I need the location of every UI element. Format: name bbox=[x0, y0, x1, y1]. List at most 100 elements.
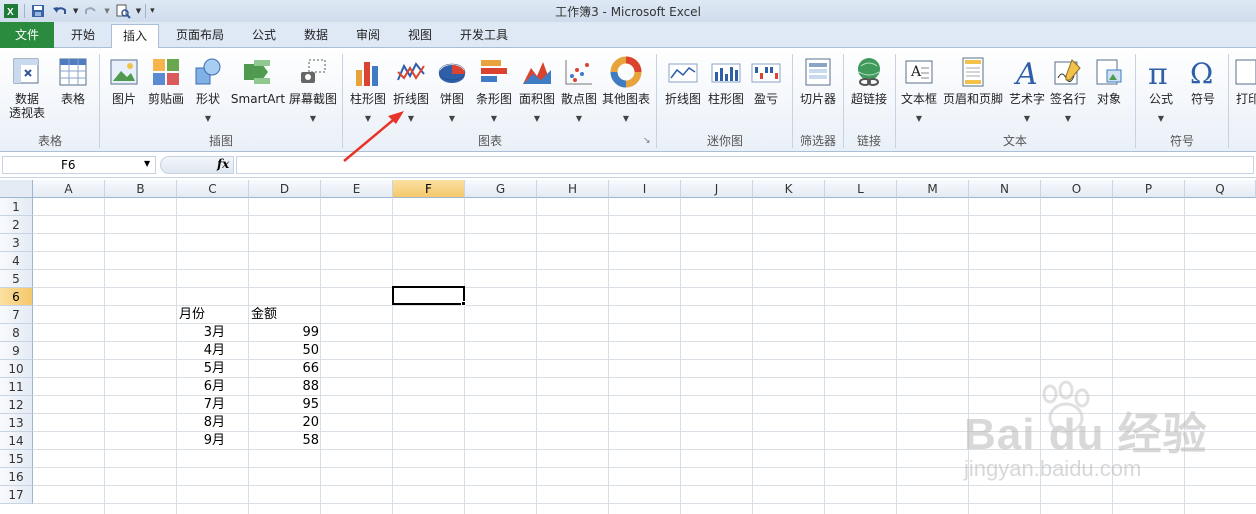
tab-formulas[interactable]: 公式 bbox=[240, 24, 288, 48]
formula-input[interactable] bbox=[236, 156, 1254, 174]
other-chart-button[interactable]: 其他图表 ▼ bbox=[600, 52, 652, 130]
row-header-9[interactable]: 9 bbox=[0, 342, 33, 360]
cell-C9[interactable]: 4月 bbox=[177, 342, 227, 360]
signature-line-button[interactable]: 签名行 ▼ bbox=[1048, 52, 1088, 130]
smartart-button[interactable]: SmartArt bbox=[228, 52, 288, 130]
column-header-C[interactable]: C bbox=[177, 180, 249, 198]
line-chart-button[interactable]: 折线图 ▼ bbox=[390, 52, 432, 130]
print-button[interactable]: 打印 bbox=[1232, 52, 1256, 130]
tab-home[interactable]: 开始 bbox=[58, 24, 108, 48]
clipart-button[interactable]: 剪贴画 bbox=[144, 52, 188, 130]
sparkline-line-button[interactable]: 折线图 bbox=[660, 52, 706, 130]
column-header-N[interactable]: N bbox=[969, 180, 1041, 198]
pivot-table-button[interactable]: 数据 透视表 bbox=[2, 52, 52, 130]
cell-D10[interactable]: 66 bbox=[249, 360, 321, 378]
column-header-F[interactable]: F bbox=[393, 180, 465, 198]
cell-C12[interactable]: 7月 bbox=[177, 396, 227, 414]
header-footer-button[interactable]: 页眉和页脚 bbox=[940, 52, 1006, 130]
row-header-16[interactable]: 16 bbox=[0, 468, 33, 486]
name-box-dropdown-icon[interactable]: ▼ bbox=[144, 159, 150, 168]
cell-D12[interactable]: 95 bbox=[249, 396, 321, 414]
sparkline-column-button[interactable]: 柱形图 bbox=[706, 52, 746, 130]
column-header-H[interactable]: H bbox=[537, 180, 609, 198]
row-header-1[interactable]: 1 bbox=[0, 198, 33, 216]
fill-handle[interactable] bbox=[461, 301, 466, 306]
row-header-11[interactable]: 11 bbox=[0, 378, 33, 396]
active-cell-F6[interactable] bbox=[392, 286, 465, 305]
cell-C10[interactable]: 5月 bbox=[177, 360, 227, 378]
row-header-5[interactable]: 5 bbox=[0, 270, 33, 288]
signature-line-label: 签名行 bbox=[1049, 92, 1086, 106]
pie-chart-button[interactable]: 饼图 ▼ bbox=[432, 52, 472, 130]
cell-C13[interactable]: 8月 bbox=[177, 414, 227, 432]
row-header-10[interactable]: 10 bbox=[0, 360, 33, 378]
cell-D14[interactable]: 58 bbox=[249, 432, 321, 450]
object-button[interactable]: 对象 bbox=[1088, 52, 1130, 130]
equation-button[interactable]: π 公式 ▼ bbox=[1140, 52, 1182, 130]
column-header-O[interactable]: O bbox=[1041, 180, 1113, 198]
object-icon bbox=[1096, 59, 1122, 85]
cell-D7[interactable]: 金额 bbox=[249, 306, 321, 324]
row-header-8[interactable]: 8 bbox=[0, 324, 33, 342]
column-header-Q[interactable]: Q bbox=[1185, 180, 1256, 198]
column-chart-dropdown-icon: ▼ bbox=[364, 114, 372, 123]
watermark-main-text: Bai du 经验 bbox=[964, 410, 1208, 459]
scatter-chart-button[interactable]: 散点图 ▼ bbox=[558, 52, 600, 130]
sparkline-column-icon bbox=[711, 63, 741, 83]
select-all-corner[interactable] bbox=[0, 180, 33, 198]
table-button[interactable]: 表格 bbox=[52, 52, 94, 130]
column-header-K[interactable]: K bbox=[753, 180, 825, 198]
row-header-13[interactable]: 13 bbox=[0, 414, 33, 432]
sparkline-winloss-button[interactable]: 盈亏 bbox=[746, 52, 786, 130]
insert-function-icon[interactable]: fx bbox=[217, 157, 229, 171]
tab-data[interactable]: 数据 bbox=[292, 24, 340, 48]
column-chart-button[interactable]: 柱形图 ▼ bbox=[346, 52, 390, 130]
name-box[interactable]: F6 bbox=[2, 156, 156, 174]
cell-C7[interactable]: 月份 bbox=[177, 306, 249, 324]
textbox-button[interactable]: A 文本框 ▼ bbox=[898, 52, 940, 130]
group-text-label: 文本 bbox=[1002, 134, 1027, 148]
charts-dialog-launcher-icon[interactable]: ↘ bbox=[643, 136, 651, 146]
hyperlink-button[interactable]: 超链接 bbox=[846, 52, 892, 130]
symbol-button[interactable]: Ω 符号 bbox=[1182, 52, 1224, 130]
tab-review[interactable]: 审阅 bbox=[344, 24, 392, 48]
cell-D9[interactable]: 50 bbox=[249, 342, 321, 360]
bar-chart-button[interactable]: 条形图 ▼ bbox=[472, 52, 516, 130]
column-header-I[interactable]: I bbox=[609, 180, 681, 198]
column-header-G[interactable]: G bbox=[465, 180, 537, 198]
area-chart-button[interactable]: 面积图 ▼ bbox=[516, 52, 558, 130]
row-header-15[interactable]: 15 bbox=[0, 450, 33, 468]
cell-C11[interactable]: 6月 bbox=[177, 378, 227, 396]
column-header-E[interactable]: E bbox=[321, 180, 393, 198]
cell-D11[interactable]: 88 bbox=[249, 378, 321, 396]
tab-file[interactable]: 文件 bbox=[0, 22, 54, 48]
shapes-button[interactable]: 形状 ▼ bbox=[188, 52, 228, 130]
row-header-4[interactable]: 4 bbox=[0, 252, 33, 270]
cell-D8[interactable]: 99 bbox=[249, 324, 321, 342]
tab-developer[interactable]: 开发工具 bbox=[448, 24, 520, 48]
column-header-A[interactable]: A bbox=[33, 180, 105, 198]
tab-page-layout[interactable]: 页面布局 bbox=[164, 24, 236, 48]
picture-button[interactable]: 图片 bbox=[104, 52, 144, 130]
slicer-button[interactable]: 切片器 bbox=[796, 52, 840, 130]
column-header-J[interactable]: J bbox=[681, 180, 753, 198]
column-header-M[interactable]: M bbox=[897, 180, 969, 198]
screenshot-button[interactable]: 屏幕截图 ▼ bbox=[288, 52, 338, 130]
column-header-D[interactable]: D bbox=[249, 180, 321, 198]
cell-C8[interactable]: 3月 bbox=[177, 324, 227, 342]
column-header-P[interactable]: P bbox=[1113, 180, 1185, 198]
row-header-6[interactable]: 6 bbox=[0, 288, 33, 306]
row-header-17[interactable]: 17 bbox=[0, 486, 33, 504]
cell-D13[interactable]: 20 bbox=[249, 414, 321, 432]
wordart-button[interactable]: A 艺术字 ▼ bbox=[1006, 52, 1048, 130]
row-header-14[interactable]: 14 bbox=[0, 432, 33, 450]
column-header-B[interactable]: B bbox=[105, 180, 177, 198]
tab-view[interactable]: 视图 bbox=[396, 24, 444, 48]
row-header-3[interactable]: 3 bbox=[0, 234, 33, 252]
column-header-L[interactable]: L bbox=[825, 180, 897, 198]
row-header-2[interactable]: 2 bbox=[0, 216, 33, 234]
cell-C14[interactable]: 9月 bbox=[177, 432, 227, 450]
row-header-7[interactable]: 7 bbox=[0, 306, 33, 324]
tab-insert[interactable]: 插入 bbox=[111, 24, 159, 49]
row-header-12[interactable]: 12 bbox=[0, 396, 33, 414]
